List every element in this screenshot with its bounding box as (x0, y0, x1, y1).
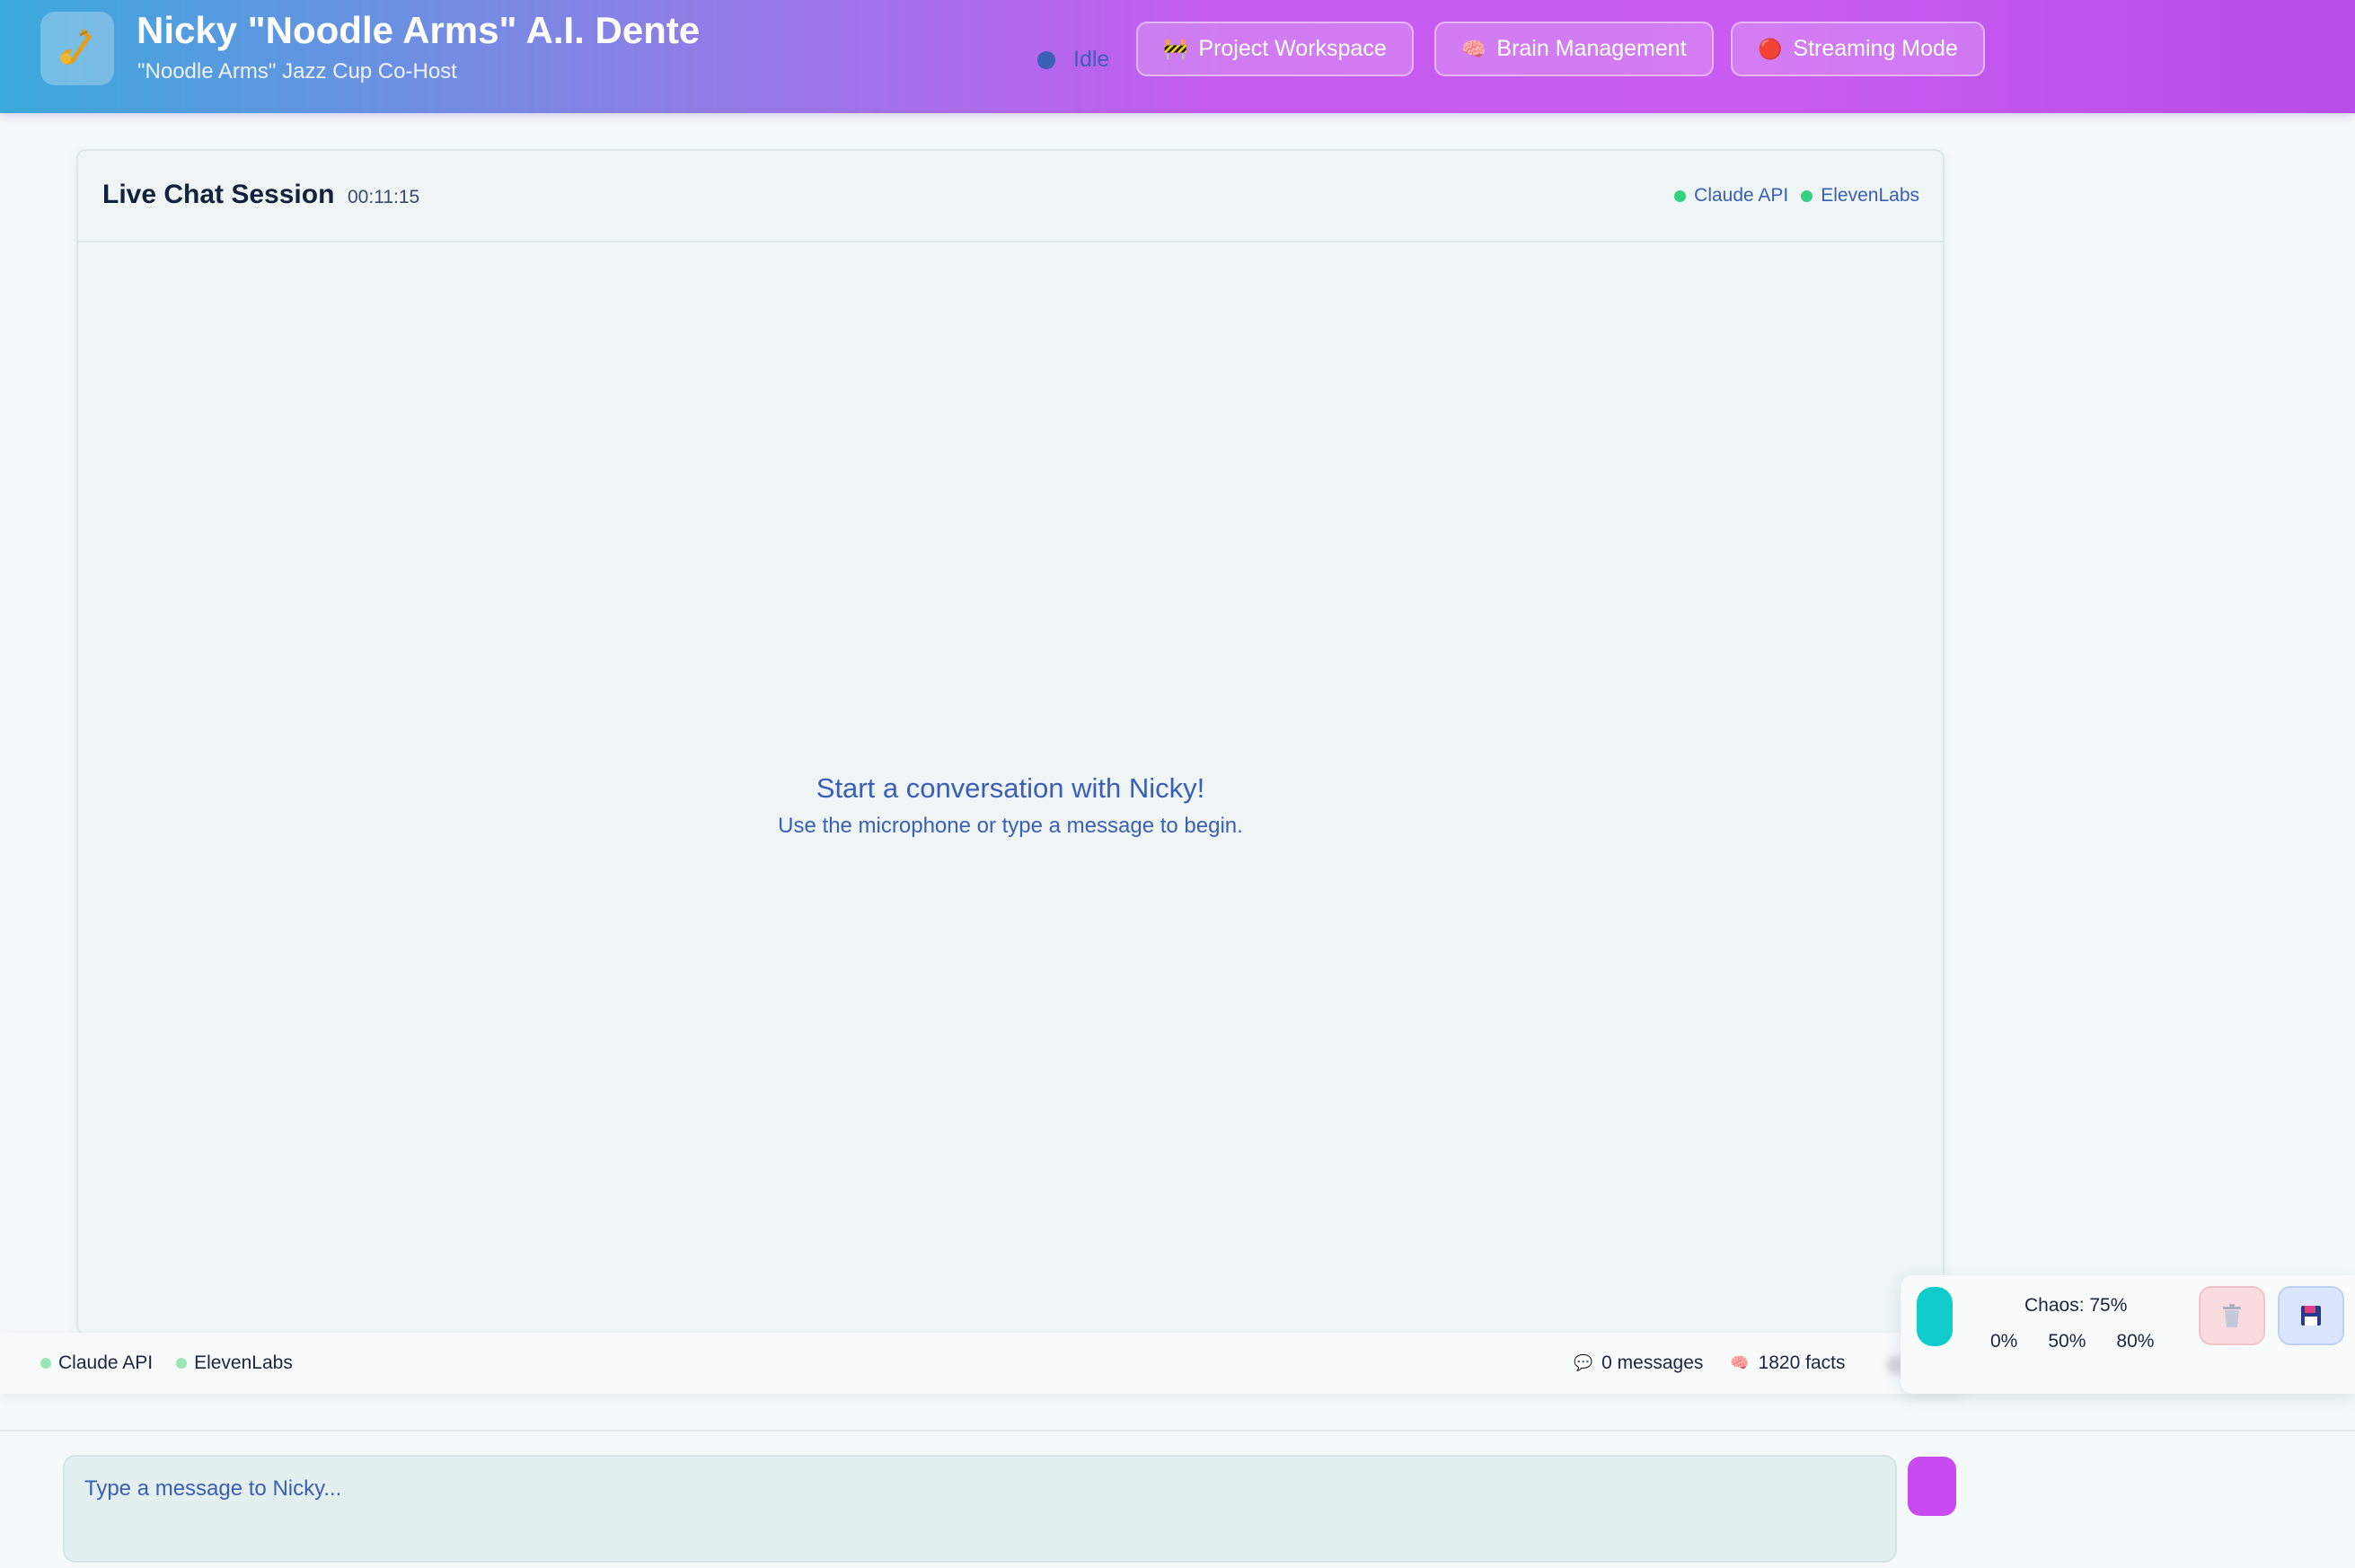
floppy-disk-icon (2301, 1306, 2321, 1326)
message-count-label: 0 messages (1601, 1352, 1704, 1373)
service-label: ElevenLabs (194, 1352, 293, 1373)
brain-management-label: Brain Management (1496, 36, 1687, 61)
session-timer: 00:11:15 (348, 187, 420, 207)
message-input[interactable] (63, 1455, 1897, 1563)
status-bar-claude: Claude API (40, 1352, 153, 1374)
chat-title: Live Chat Session (102, 180, 335, 209)
app-header: Nicky "Noodle Arms" A.I. Dente "Noodle A… (0, 0, 2355, 113)
service-label: Claude API (58, 1352, 154, 1373)
brain-management-button[interactable]: 🧠 Brain Management (1434, 22, 1714, 76)
send-button[interactable] (1908, 1457, 1956, 1516)
project-workspace-button[interactable]: 🚧 Project Workspace (1136, 22, 1414, 76)
speech-bubble-icon: 💬 (1574, 1354, 1593, 1371)
fact-count-label: 1820 facts (1758, 1352, 1846, 1373)
status-bar-services: Claude API ElevenLabs (40, 1352, 293, 1374)
chaos-preset-80[interactable]: 80% (2116, 1331, 2154, 1352)
red-circle-icon: 🔴 (1758, 37, 1783, 60)
app-title: Nicky "Noodle Arms" A.I. Dente (137, 9, 701, 51)
chaos-preset-0[interactable]: 0% (1990, 1331, 2017, 1352)
control-panel: Chaos: 75% 0% 50% 80% (1901, 1275, 2355, 1394)
empty-state-title: Start a conversation with Nicky! (816, 772, 1205, 804)
fact-count: 🧠 1820 facts (1730, 1352, 1845, 1374)
status-dot-icon (1037, 50, 1055, 69)
chaos-preset-50[interactable]: 50% (2048, 1331, 2086, 1352)
status-dot-icon (1674, 189, 1687, 202)
message-count: 💬 0 messages (1574, 1352, 1703, 1374)
service-status-list: Claude API ElevenLabs (1674, 185, 1919, 207)
service-status-elevenlabs: ElevenLabs (1801, 185, 1919, 207)
trash-icon (2223, 1304, 2241, 1327)
brain-icon: 🧠 (1730, 1354, 1750, 1371)
status-label: Idle (1073, 47, 1110, 72)
construction-icon: 🚧 (1163, 37, 1188, 60)
brain-icon: 🧠 (1461, 37, 1486, 60)
input-divider (0, 1430, 2355, 1431)
chaos-presets: 0% 50% 80% (1990, 1331, 2154, 1352)
chat-panel: Live Chat Session 00:11:15 Claude API El… (76, 149, 1945, 1335)
status-dot-icon (176, 1358, 188, 1369)
project-workspace-label: Project Workspace (1198, 36, 1387, 61)
status-bar: Claude API ElevenLabs 💬 0 messages 🧠 182… (0, 1333, 1967, 1394)
streaming-mode-button[interactable]: 🔴 Streaming Mode (1731, 22, 1985, 76)
status-bar-elevenlabs: ElevenLabs (176, 1352, 293, 1374)
logo (40, 12, 114, 85)
status-indicator: Idle (1037, 47, 1109, 73)
saxophone-icon (59, 29, 93, 65)
service-status-claude: Claude API (1674, 185, 1788, 207)
status-bar-stats: 💬 0 messages 🧠 1820 facts (1574, 1352, 1845, 1374)
save-button[interactable] (2278, 1286, 2344, 1345)
clear-chat-button[interactable] (2199, 1286, 2265, 1345)
chaos-level-label: Chaos: 75% (2024, 1295, 2128, 1316)
service-label: Claude API (1694, 185, 1789, 206)
status-dot-icon (40, 1358, 51, 1369)
service-label: ElevenLabs (1821, 185, 1919, 206)
streaming-mode-label: Streaming Mode (1793, 36, 1958, 61)
chat-panel-header: Live Chat Session 00:11:15 Claude API El… (78, 151, 1943, 242)
app-subtitle: "Noodle Arms" Jazz Cup Co-Host (137, 59, 457, 84)
chaos-toggle[interactable] (1917, 1287, 1953, 1346)
status-dot-icon (1801, 189, 1813, 202)
empty-state-subtitle: Use the microphone or type a message to … (778, 814, 1243, 838)
